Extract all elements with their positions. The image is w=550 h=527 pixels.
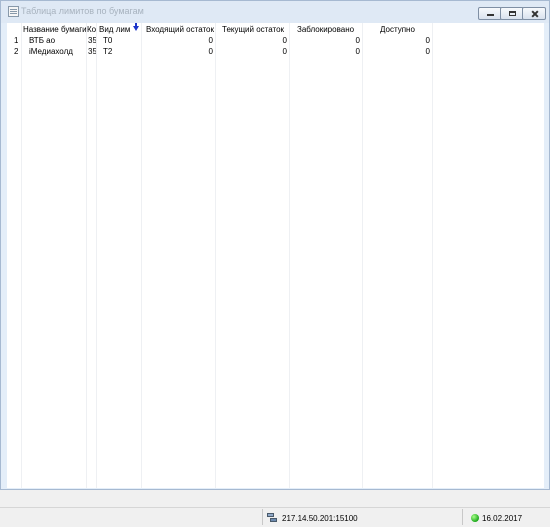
column-divider[interactable] <box>141 23 142 488</box>
title-bar[interactable]: Таблица лимитов по бумагам <box>1 1 549 23</box>
table-icon <box>8 6 19 17</box>
column-divider[interactable] <box>289 23 290 488</box>
server-icon <box>267 513 278 524</box>
server-address: 217.14.50.201:15100 <box>282 514 358 523</box>
status-segment-divider <box>262 509 263 525</box>
cell-limit-type[interactable]: T0 <box>103 36 139 46</box>
header-incoming-balance[interactable]: Входящий остаток <box>146 25 216 35</box>
cell-current[interactable]: 0 <box>220 36 287 46</box>
screen: Таблица лимитов по бумагам Название бума… <box>0 0 550 527</box>
header-available[interactable]: Доступно <box>380 25 432 35</box>
column-divider[interactable] <box>86 23 87 488</box>
cell-available[interactable]: 0 <box>367 47 430 57</box>
limits-table: Название бумаги Ко Вид лим Входящий оста… <box>7 23 544 488</box>
column-divider[interactable] <box>432 23 433 488</box>
status-date: 16.02.2017 <box>482 514 523 523</box>
cell-code[interactable]: 35. <box>88 47 96 57</box>
sort-desc-icon <box>133 23 139 31</box>
cell-name[interactable]: ВТБ ао <box>29 36 86 46</box>
cell-current[interactable]: 0 <box>220 47 287 57</box>
column-divider[interactable] <box>215 23 216 488</box>
cell-blocked[interactable]: 0 <box>294 47 360 57</box>
row-number: 2 <box>14 47 19 56</box>
header-code[interactable]: Ко <box>87 25 97 35</box>
status-divider <box>0 507 550 508</box>
close-button[interactable] <box>522 7 546 20</box>
maximize-button[interactable] <box>500 7 524 20</box>
cell-blocked[interactable]: 0 <box>294 36 360 46</box>
cell-available[interactable]: 0 <box>367 36 430 46</box>
row-number: 1 <box>14 36 19 45</box>
header-limit-type[interactable]: Вид лим <box>99 25 133 35</box>
status-segment-divider <box>462 509 463 525</box>
connection-status-icon <box>471 514 479 522</box>
column-divider[interactable] <box>362 23 363 488</box>
header-blocked[interactable]: Заблокировано <box>297 25 361 35</box>
cell-incoming[interactable]: 0 <box>146 47 213 57</box>
column-divider[interactable] <box>96 23 97 488</box>
cell-code[interactable]: 35. <box>88 36 96 46</box>
cell-limit-type[interactable]: T2 <box>103 47 139 57</box>
header-current-balance[interactable]: Текущий остаток <box>222 25 289 35</box>
limits-window: Таблица лимитов по бумагам Название бума… <box>0 0 550 490</box>
cell-incoming[interactable]: 0 <box>146 36 213 46</box>
window-title: Таблица лимитов по бумагам <box>21 6 144 16</box>
minimize-button[interactable] <box>478 7 502 20</box>
status-bar: 217.14.50.201:15100 16.02.2017 <box>0 490 550 527</box>
header-name[interactable]: Название бумаги <box>23 25 86 35</box>
column-divider[interactable] <box>21 23 22 488</box>
cell-name[interactable]: iМедиахолд <box>29 47 86 57</box>
